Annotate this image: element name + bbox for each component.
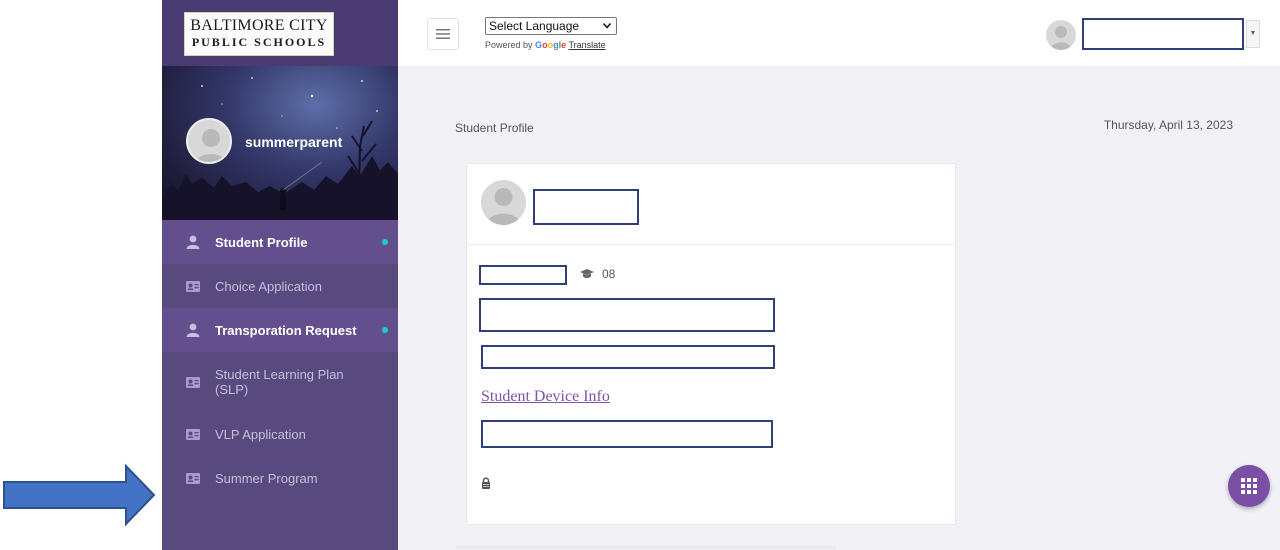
id-card-icon: [186, 472, 200, 484]
apps-grid-button[interactable]: [1228, 465, 1270, 507]
lock-icon: [481, 476, 491, 494]
sidebar-nav: Student Profile Choice Application Trans…: [162, 220, 398, 500]
account-name-redacted[interactable]: [1082, 18, 1244, 50]
id-card-icon: [186, 428, 200, 440]
sidebar-item-label: Student Learning Plan (SLP): [215, 367, 344, 397]
powered-by-text: Powered by: [485, 40, 533, 50]
sidebar-item-label: Choice Application: [215, 278, 322, 294]
student-grade: 08: [580, 267, 615, 281]
app-root: BALTIMORE CITY PUBLIC SCHOOLS summerpare…: [0, 0, 1280, 550]
active-indicator-dot: [382, 239, 388, 245]
logo-line2: PUBLIC SCHOOLS: [191, 35, 327, 49]
active-indicator-dot: [382, 327, 388, 333]
logo-bar: BALTIMORE CITY PUBLIC SCHOOLS: [162, 0, 398, 66]
sidebar-item-label: Summer Program: [215, 470, 318, 486]
powered-by-google: Powered by Google Translate: [485, 40, 606, 50]
logo-line1: BALTIMORE CITY: [190, 17, 328, 34]
sidebar-item-label: Transporation Request: [215, 322, 357, 338]
student-avatar: [481, 180, 526, 225]
grade-value: 08: [602, 267, 616, 281]
user-icon: [186, 235, 200, 249]
student-info-redacted-3: [481, 420, 773, 448]
translate-link[interactable]: Translate: [568, 40, 605, 50]
top-bar: Select Language Powered by Google Transl…: [398, 0, 1280, 66]
student-info-redacted-1: [479, 298, 775, 332]
card-header: [467, 164, 955, 245]
sidebar-item-label: Student Profile: [215, 234, 308, 250]
main-content: Student Profile Thursday, April 13, 2023…: [398, 66, 1280, 550]
profile-hero: summerparent: [162, 66, 398, 220]
student-profile-card: 08 Student Device Info: [466, 163, 956, 525]
account-dropdown-button[interactable]: ▼: [1246, 20, 1260, 48]
sidebar-item-summer-program[interactable]: Summer Program: [162, 456, 398, 500]
page-title: Student Profile: [455, 121, 534, 135]
student-info-redacted-2: [481, 345, 775, 369]
id-card-icon: [186, 280, 200, 292]
sidebar-item-label: VLP Application: [215, 426, 306, 442]
graduation-cap-icon: [580, 269, 594, 279]
id-card-icon: [186, 376, 200, 388]
google-logo: Google: [535, 40, 567, 50]
user-avatar[interactable]: [186, 118, 232, 164]
sidebar: BALTIMORE CITY PUBLIC SCHOOLS summerpare…: [162, 0, 398, 550]
chevron-down-icon: [603, 23, 611, 29]
user-name: summerparent: [245, 134, 343, 150]
district-logo[interactable]: BALTIMORE CITY PUBLIC SCHOOLS: [184, 12, 334, 56]
next-card-edge: [456, 546, 836, 550]
sidebar-item-vlp-application[interactable]: VLP Application: [162, 412, 398, 456]
language-select[interactable]: Select Language: [485, 17, 617, 35]
hamburger-menu-button[interactable]: [427, 18, 459, 50]
hamburger-icon: [436, 29, 450, 39]
student-id-redacted: [479, 265, 567, 285]
account-avatar[interactable]: [1046, 20, 1076, 50]
sidebar-item-student-learning-plan[interactable]: Student Learning Plan (SLP): [162, 352, 398, 412]
grid-icon: [1241, 478, 1257, 494]
sidebar-item-choice-application[interactable]: Choice Application: [162, 264, 398, 308]
language-select-value: Select Language: [489, 19, 580, 33]
student-name-redacted: [533, 189, 639, 225]
sidebar-item-student-profile[interactable]: Student Profile: [162, 220, 398, 264]
sidebar-item-transporation-request[interactable]: Transporation Request: [162, 308, 398, 352]
student-device-info-link[interactable]: Student Device Info: [481, 388, 610, 406]
annotation-arrow: [3, 463, 156, 527]
current-date: Thursday, April 13, 2023: [1103, 118, 1233, 132]
user-icon: [186, 323, 200, 337]
